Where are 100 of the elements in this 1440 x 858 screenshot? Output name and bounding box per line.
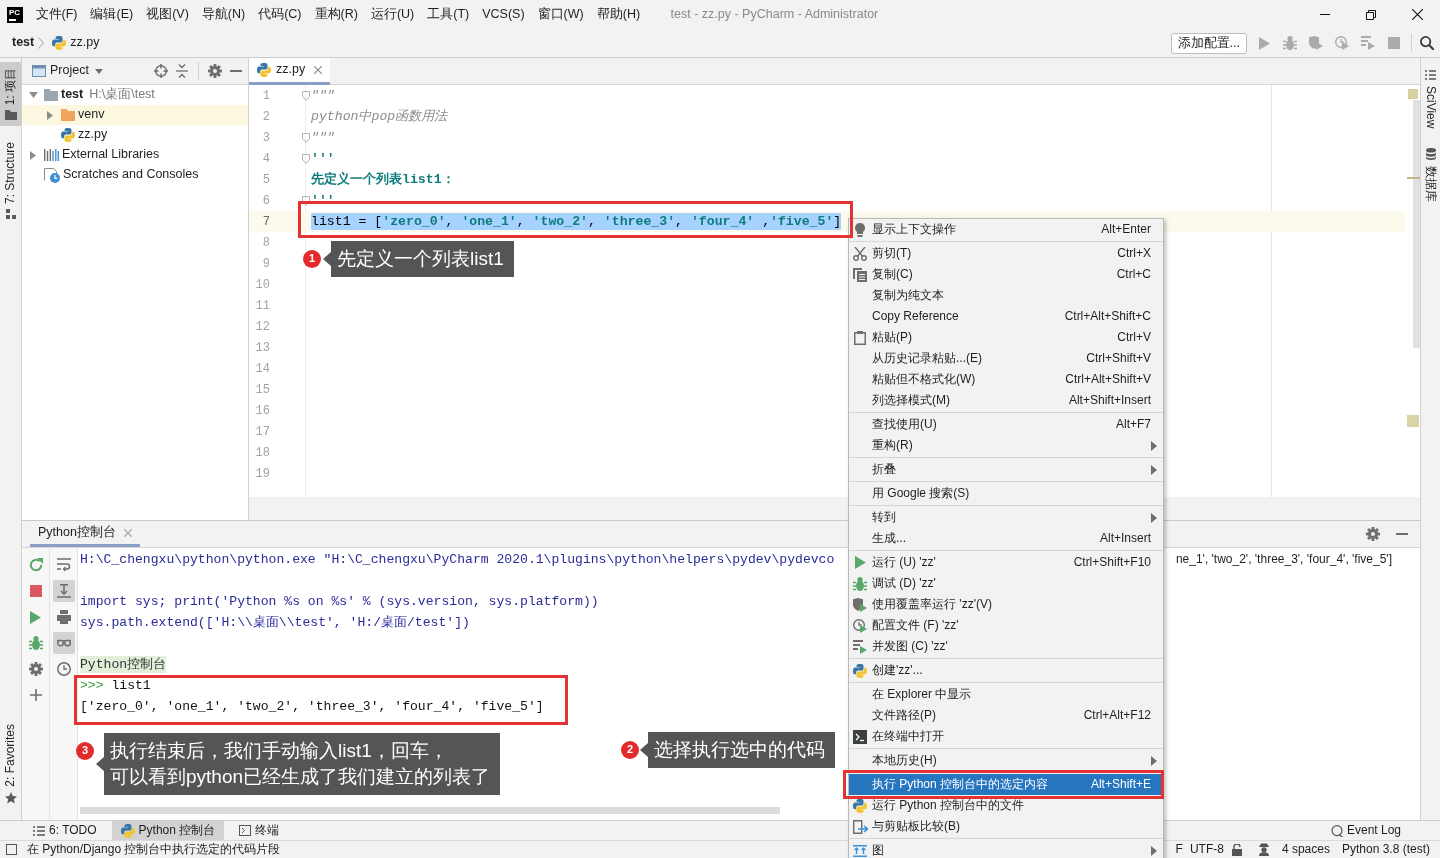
menu-item[interactable]: 使用覆盖率运行 'zz'(V)	[849, 594, 1163, 615]
collapse-all-icon[interactable]	[176, 64, 188, 78]
menu-item[interactable]: 图	[849, 840, 1163, 858]
menu-item[interactable]: 重构(R)	[308, 6, 365, 23]
scrollbar-thumb[interactable]	[1413, 100, 1420, 348]
tool-window-tab[interactable]: Python 控制台	[111, 821, 225, 840]
fold-marker-icon[interactable]	[302, 132, 310, 143]
caret-right-icon[interactable]	[30, 150, 36, 160]
rerun-icon[interactable]	[28, 558, 43, 572]
menu-item[interactable]: 运行 Python 控制台中的文件	[849, 795, 1163, 816]
stop-icon[interactable]	[29, 585, 42, 597]
status-text[interactable]: 4 spaces	[1281, 842, 1330, 857]
menu-item[interactable]: 窗口(W)	[531, 6, 591, 23]
warning-marker[interactable]	[1407, 177, 1420, 179]
menu-item[interactable]: 在终端中打开	[849, 726, 1163, 747]
tool-window-tab[interactable]: 1: 项目	[0, 62, 21, 127]
caret-down-icon[interactable]	[94, 68, 103, 74]
view-selector[interactable]: Project	[50, 63, 89, 79]
person-icon[interactable]	[1257, 843, 1270, 856]
fold-marker-icon[interactable]	[302, 153, 310, 164]
close-icon[interactable]	[1411, 9, 1423, 20]
scrollbar-thumb[interactable]	[80, 807, 780, 814]
menu-item[interactable]: 用 Google 搜索(S)	[849, 483, 1163, 504]
menu-item[interactable]: 列选择模式(M) Alt+Shift+Insert	[849, 390, 1163, 411]
gear-icon[interactable]	[208, 64, 222, 78]
add-icon[interactable]	[29, 689, 42, 701]
menu-item[interactable]: 视图(V)	[139, 6, 196, 23]
menu-item[interactable]: 代码(C)	[251, 6, 309, 23]
menu-item[interactable]: 生成... Alt+Insert	[849, 528, 1163, 549]
glasses-icon[interactable]	[52, 632, 75, 654]
caret-right-icon[interactable]	[47, 110, 53, 120]
shortcut-label: Alt+Shift+Insert	[1067, 393, 1151, 408]
tool-window-tab[interactable]: 终端	[230, 821, 289, 840]
restore-icon[interactable]	[1366, 9, 1376, 20]
add-configuration-button[interactable]: 添加配置...	[1170, 32, 1247, 54]
menu-item[interactable]: 创建'zz'...	[849, 660, 1163, 681]
printer-icon[interactable]	[56, 610, 71, 624]
tree-row[interactable]: External Libraries	[22, 145, 248, 165]
menu-item[interactable]: 执行 Python 控制台中的选定内容 Alt+Shift+E	[849, 774, 1163, 795]
menu-item[interactable]: 导航(N)	[195, 6, 252, 23]
menu-item[interactable]: 复制(C) Ctrl+C	[849, 264, 1163, 285]
menu-item[interactable]: 显示上下文操作 Alt+Enter	[849, 219, 1163, 240]
menu-item[interactable]: 文件路径(P) Ctrl+Alt+F12	[849, 705, 1163, 726]
menu-item[interactable]: 运行(U)	[364, 6, 421, 23]
tree-row[interactable]: test H:\桌面\test	[22, 85, 248, 105]
tool-window-tab[interactable]: 数据库	[1421, 144, 1440, 207]
search-icon[interactable]	[1420, 36, 1434, 50]
menu-item[interactable]: 从历史记录粘贴...(E) Ctrl+Shift+V	[849, 348, 1163, 369]
database-icon	[1425, 148, 1436, 161]
menu-item[interactable]: 运行 (U) 'zz' Ctrl+Shift+F10	[849, 552, 1163, 573]
history-icon[interactable]	[56, 662, 71, 676]
menu-item[interactable]: 本地历史(H)	[849, 750, 1163, 771]
menu-item-label: 粘贴但不格式化(W)	[872, 372, 976, 387]
tree-row[interactable]: venv	[22, 105, 248, 125]
square-icon[interactable]	[6, 844, 17, 855]
menu-item[interactable]: 并发图 (C) 'zz'	[849, 636, 1163, 657]
menu-item[interactable]: 粘贴但不格式化(W) Ctrl+Alt+Shift+V	[849, 369, 1163, 390]
menu-item[interactable]: 工具(T)	[420, 6, 476, 23]
list-icon	[1425, 70, 1436, 80]
menu-item[interactable]: 重构(R)	[849, 435, 1163, 456]
breadcrumb[interactable]: zz.py	[70, 35, 100, 51]
menu-item[interactable]: 调试 (D) 'zz'	[849, 573, 1163, 594]
editor-tab[interactable]: zz.py	[249, 58, 331, 85]
menu-item[interactable]: 折叠	[849, 459, 1163, 480]
menu-item[interactable]: VCS(S)	[475, 6, 532, 23]
run-icon[interactable]	[30, 610, 41, 624]
bug-icon[interactable]	[28, 636, 43, 650]
menu-item[interactable]: 粘贴(P) Ctrl+V	[849, 327, 1163, 348]
breadcrumb[interactable]: test	[12, 35, 35, 51]
console-line: ne_1', 'two_2', 'three_3', 'four_4', 'five_5']	[1175, 552, 1392, 567]
tree-row[interactable]: Scratches and Consoles	[22, 165, 248, 185]
fold-marker-icon[interactable]	[302, 195, 310, 206]
menu-item[interactable]: 在 Explorer 中显示	[849, 684, 1163, 705]
tool-window-tab[interactable]: 7: Structure	[0, 136, 21, 226]
tree-row[interactable]: zz.py	[22, 125, 248, 145]
tool-window-tab[interactable]: SciView	[1421, 66, 1440, 133]
tool-window-tab[interactable]: 6: TODO	[24, 821, 106, 840]
status-text[interactable]: Python 3.8 (test)	[1341, 842, 1430, 857]
wrap-icon[interactable]	[56, 558, 71, 572]
status-text[interactable]: F	[1175, 842, 1183, 857]
tool-window-tab[interactable]: Event Log	[1321, 821, 1410, 840]
caret-down-icon[interactable]	[28, 92, 38, 98]
gear-icon[interactable]	[28, 662, 43, 676]
menu-item[interactable]: 复制为纯文本	[849, 285, 1163, 306]
menu-item[interactable]: 文件(F)	[29, 6, 84, 23]
gear-icon[interactable]	[1366, 527, 1380, 541]
menu-item[interactable]: 编辑(E)	[83, 6, 140, 23]
menu-item[interactable]: 转到	[849, 507, 1163, 528]
status-text[interactable]: UTF-8	[1189, 842, 1224, 857]
menu-item[interactable]: Copy Reference Ctrl+Alt+Shift+C	[849, 306, 1163, 327]
scroll-end-icon[interactable]	[52, 580, 75, 602]
crosshair-icon[interactable]	[154, 64, 168, 78]
menu-item[interactable]: 查找使用(U) Alt+F7	[849, 414, 1163, 435]
lock-icon[interactable]	[1231, 843, 1242, 856]
menu-item[interactable]: 配置文件 (F) 'zz'	[849, 615, 1163, 636]
menu-item[interactable]: 与剪贴板比较(B)	[849, 816, 1163, 837]
menu-item[interactable]: 帮助(H)	[590, 6, 647, 23]
tool-window-tab[interactable]: 2: Favorites	[0, 718, 21, 810]
menu-item[interactable]: 剪切(T) Ctrl+X	[849, 243, 1163, 264]
fold-marker-icon[interactable]	[302, 90, 310, 101]
